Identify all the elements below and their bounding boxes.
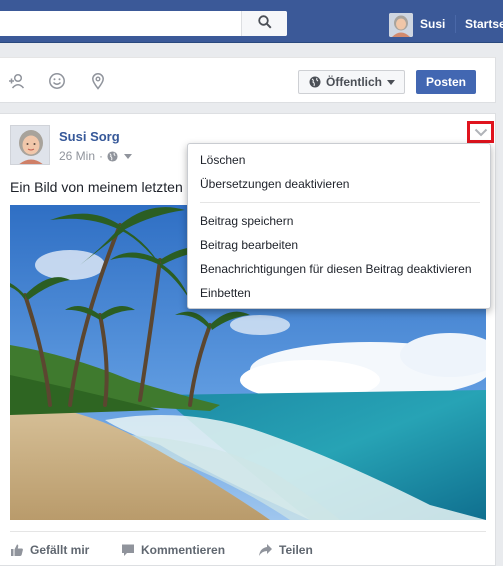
audience-selector-button[interactable]: Öffentlich [298,70,405,94]
chevron-down-icon [474,128,488,137]
top-navigation-bar: Susi Startse [0,0,503,43]
post-button[interactable]: Posten [416,70,476,94]
menu-item-disable-translations[interactable]: Übersetzungen deaktivieren [200,177,349,191]
privacy-dropdown-icon[interactable] [124,153,133,159]
menu-item-edit-post[interactable]: Beitrag bearbeiten [200,238,298,252]
post-timestamp[interactable]: 26 Min [59,149,95,163]
meta-dot: · [99,149,104,163]
profile-name-link[interactable]: Susi [420,17,445,31]
chevron-down-icon [387,79,395,85]
profile-avatar[interactable] [389,13,413,37]
tag-friends-icon[interactable] [8,72,26,90]
share-label: Teilen [279,543,313,557]
globe-icon [107,150,118,162]
menu-item-save-post[interactable]: Beitrag speichern [200,214,293,228]
menu-divider [200,202,480,203]
post-options-button[interactable] [467,121,494,143]
share-arrow-icon [258,543,273,557]
like-button[interactable]: Gefällt mir [10,543,89,557]
menu-item-turn-off-notifications[interactable]: Benachrichtigungen für diesen Beitrag de… [200,262,472,276]
home-link[interactable]: Startse [465,17,503,31]
comment-button[interactable]: Kommentieren [121,543,225,557]
author-avatar[interactable] [10,125,50,165]
audience-label: Öffentlich [326,75,382,89]
comment-label: Kommentieren [141,543,226,557]
post-actions-bar: Gefällt mir Kommentieren Teilen [10,531,486,566]
composer-toolbar: Öffentlich Posten [0,57,496,103]
location-pin-icon[interactable] [89,72,107,90]
post-text: Ein Bild von meinem letzten U [10,179,190,195]
thumbs-up-icon [10,543,24,557]
comment-icon [121,543,135,557]
globe-icon [309,76,321,88]
like-label: Gefällt mir [30,543,90,557]
post-meta: 26 Min · [59,149,133,163]
post-author-link[interactable]: Susi Sorg [59,129,120,144]
post-options-menu: Löschen Übersetzungen deaktivieren Beitr… [187,143,491,309]
search-button[interactable] [241,11,287,36]
share-button[interactable]: Teilen [258,543,313,557]
nav-divider [455,15,456,33]
search-icon [257,15,272,32]
menu-item-embed[interactable]: Einbetten [200,286,251,300]
feeling-smiley-icon[interactable] [48,72,66,90]
menu-item-delete[interactable]: Löschen [200,153,245,167]
